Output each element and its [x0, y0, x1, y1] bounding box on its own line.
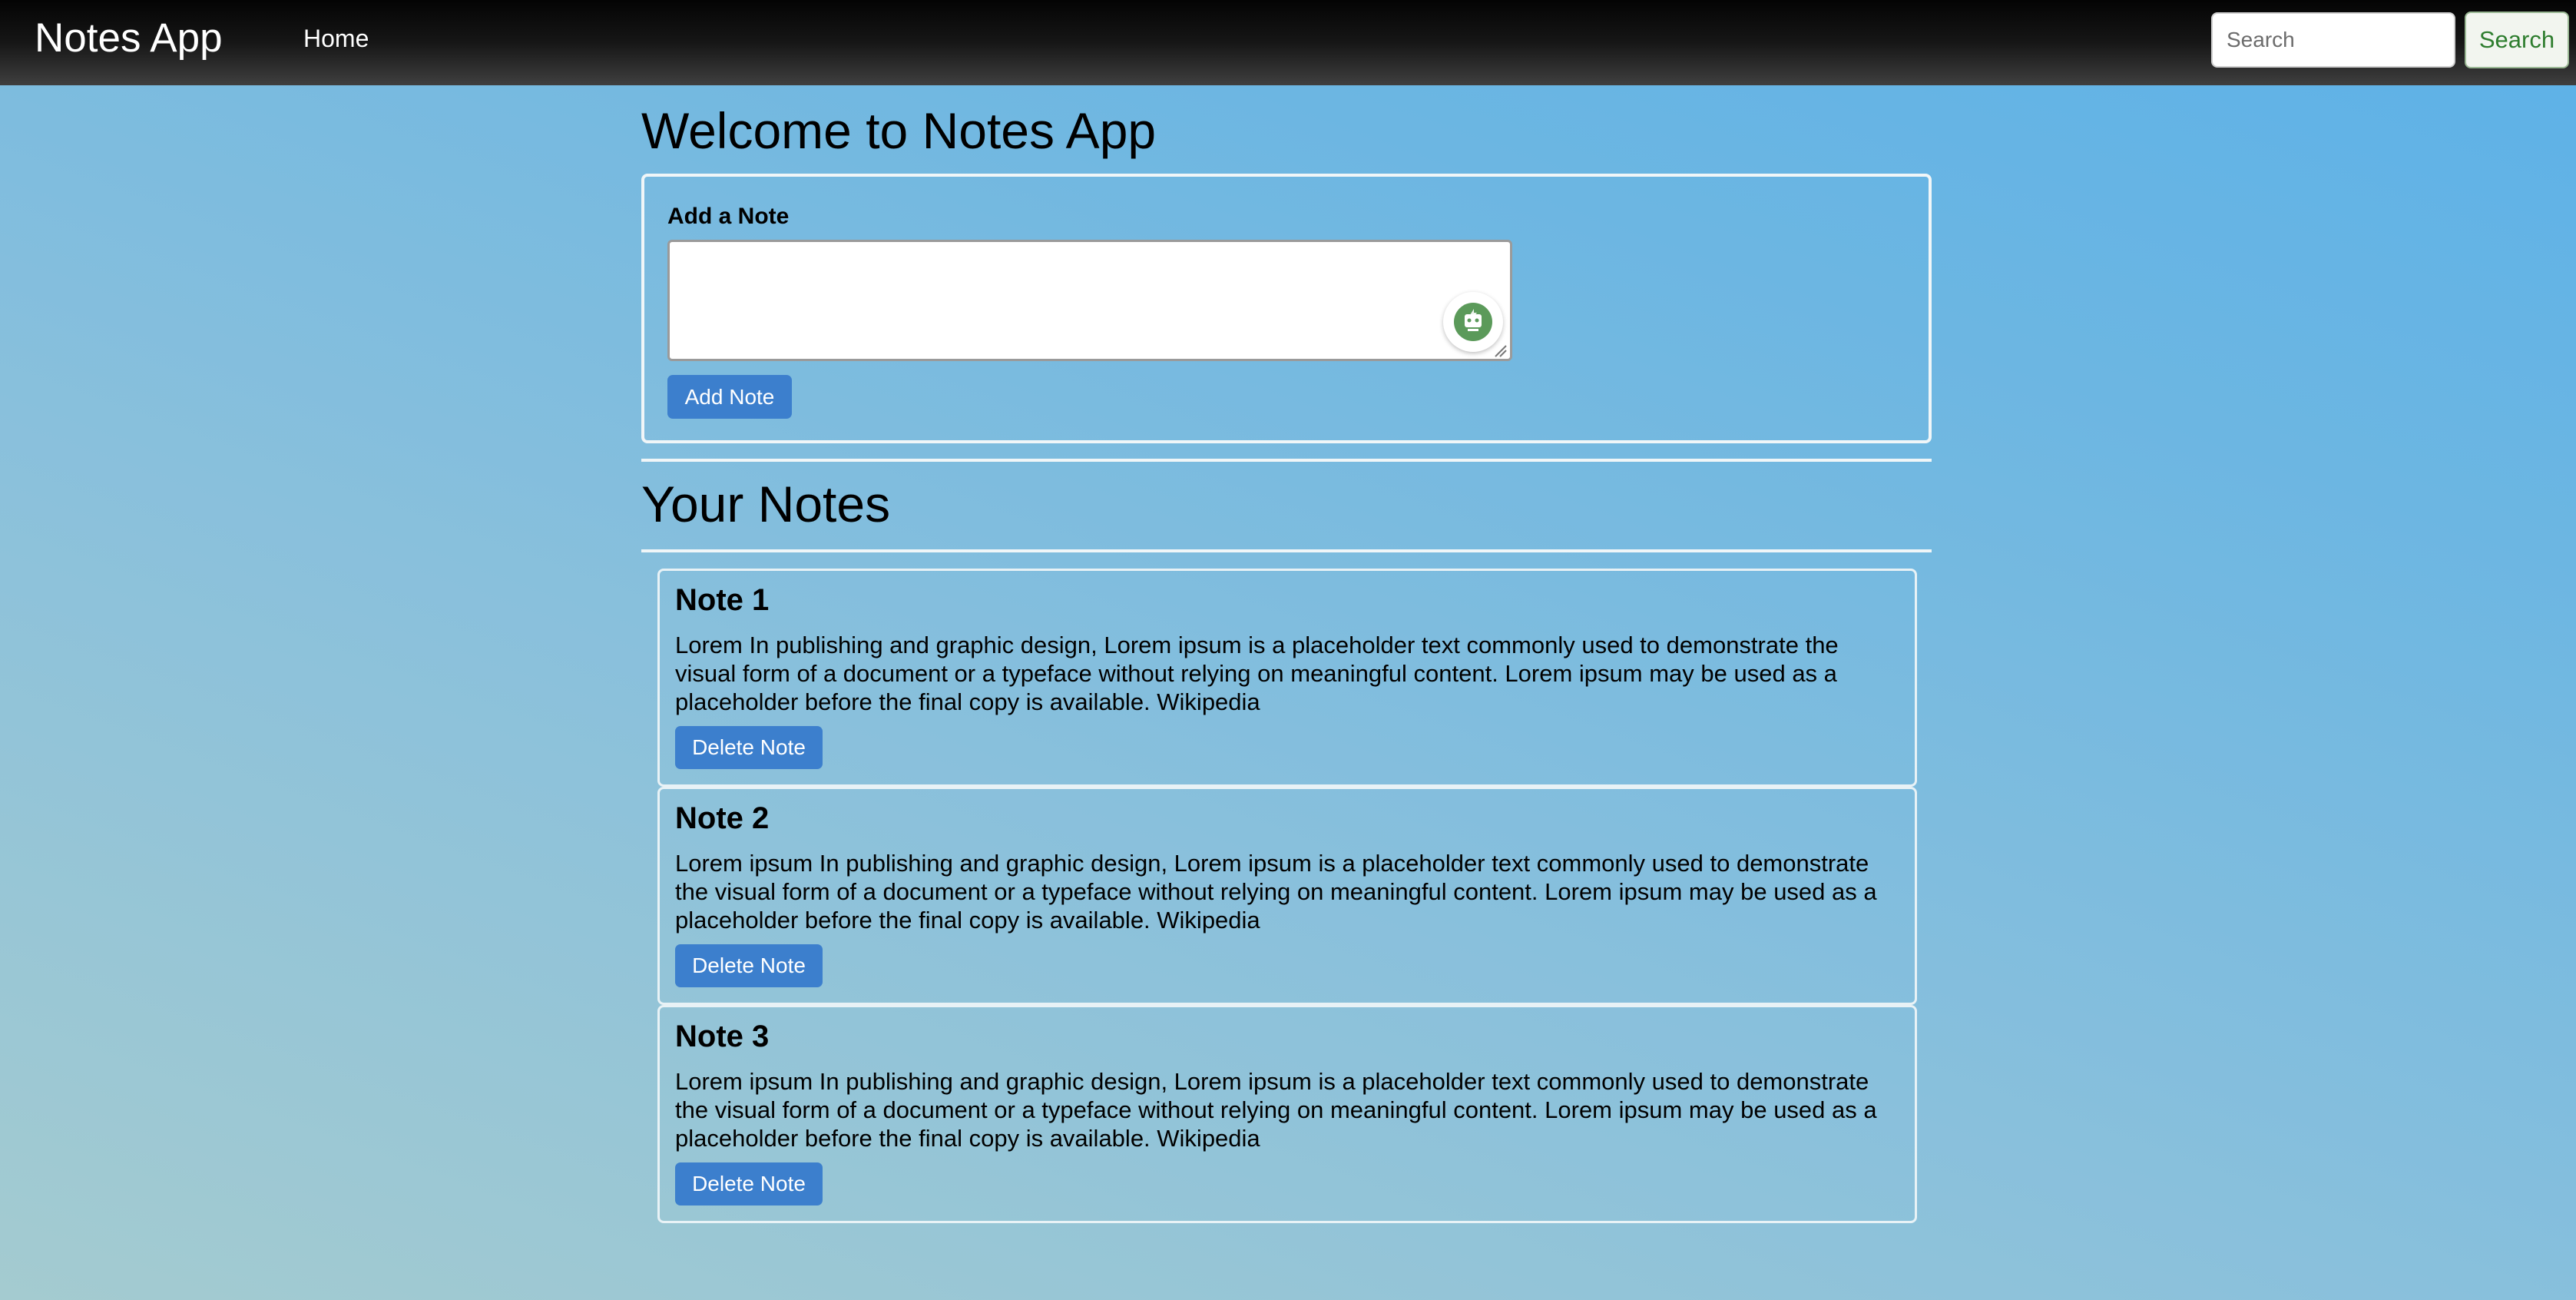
divider — [641, 459, 1932, 462]
note-card: Note 3 Lorem ipsum In publishing and gra… — [657, 1005, 1917, 1223]
search-button[interactable]: Search — [2465, 12, 2569, 68]
robot-face-icon — [1465, 309, 1482, 331]
note-card: Note 2 Lorem ipsum In publishing and gra… — [657, 787, 1917, 1005]
note-body: Lorem In publishing and graphic design, … — [675, 632, 1839, 715]
divider — [641, 549, 1932, 552]
section-title-your-notes: Your Notes — [641, 476, 891, 532]
page-title: Welcome to Notes App — [641, 102, 1157, 159]
grammar-assistant-icon[interactable] — [1443, 292, 1503, 352]
nav-link-home[interactable]: Home — [303, 20, 369, 57]
note-title: Note 3 — [675, 1020, 770, 1053]
add-note-label: Add a Note — [667, 204, 790, 229]
note-body: Lorem ipsum In publishing and graphic de… — [675, 850, 1877, 934]
resize-grip-icon[interactable] — [1494, 344, 1508, 358]
search-input[interactable] — [2211, 12, 2455, 68]
note-title: Note 2 — [675, 801, 770, 835]
add-note-button[interactable]: Add Note — [667, 375, 792, 419]
navbar: Notes App Home Search — [0, 0, 2576, 85]
note-textarea[interactable] — [667, 240, 1512, 361]
note-body: Lorem ipsum In publishing and graphic de… — [675, 1068, 1877, 1152]
delete-note-button[interactable]: Delete Note — [675, 944, 823, 987]
note-card: Note 1 Lorem In publishing and graphic d… — [657, 569, 1917, 787]
brand-logo[interactable]: Notes App — [35, 11, 223, 66]
note-title: Note 1 — [675, 583, 770, 617]
delete-note-button[interactable]: Delete Note — [675, 1162, 823, 1205]
add-note-form: Add a Note Add Note — [641, 174, 1932, 443]
delete-note-button[interactable]: Delete Note — [675, 726, 823, 769]
